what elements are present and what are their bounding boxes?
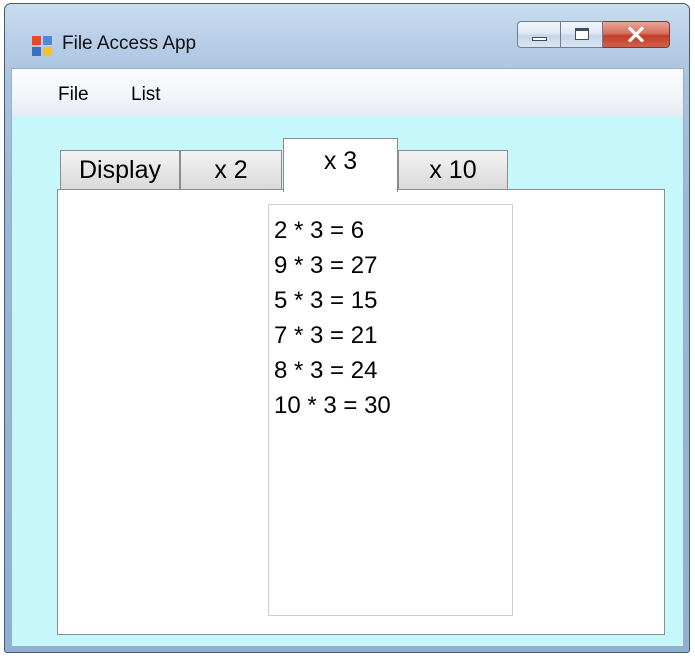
window-title: File Access App — [62, 33, 197, 54]
minimize-icon — [532, 37, 547, 41]
list-item[interactable]: 5 * 3 = 15 — [274, 283, 512, 318]
list-item[interactable]: 8 * 3 = 24 — [274, 353, 512, 388]
client-area: File List Display x 2 x 3 x 10 2 * 3 = 6… — [11, 68, 684, 647]
results-listbox[interactable]: 2 * 3 = 6 9 * 3 = 27 5 * 3 = 15 7 * 3 = … — [268, 204, 513, 616]
tab-x2[interactable]: x 2 — [180, 150, 282, 190]
title-bar[interactable]: File Access App — [5, 4, 689, 62]
tab-control: Display x 2 x 3 x 10 2 * 3 = 6 9 * 3 = 2… — [12, 69, 683, 646]
list-item[interactable]: 9 * 3 = 27 — [274, 248, 512, 283]
caption-buttons — [517, 21, 670, 49]
close-button[interactable] — [603, 21, 670, 48]
maximize-icon — [575, 28, 589, 40]
minimize-button[interactable] — [517, 21, 561, 48]
close-icon — [628, 26, 644, 43]
list-item[interactable]: 7 * 3 = 21 — [274, 318, 512, 353]
list-item[interactable]: 10 * 3 = 30 — [274, 388, 512, 423]
tab-x3[interactable]: x 3 — [283, 138, 398, 192]
winforms-app-icon — [32, 36, 52, 56]
list-item[interactable]: 2 * 3 = 6 — [274, 213, 512, 248]
app-window: File Access App File List Display x 2 x … — [4, 3, 690, 653]
maximize-button[interactable] — [561, 21, 603, 48]
tab-display[interactable]: Display — [60, 150, 180, 190]
tab-panel-x3: 2 * 3 = 6 9 * 3 = 27 5 * 3 = 15 7 * 3 = … — [57, 189, 665, 635]
tab-x10[interactable]: x 10 — [398, 150, 508, 190]
